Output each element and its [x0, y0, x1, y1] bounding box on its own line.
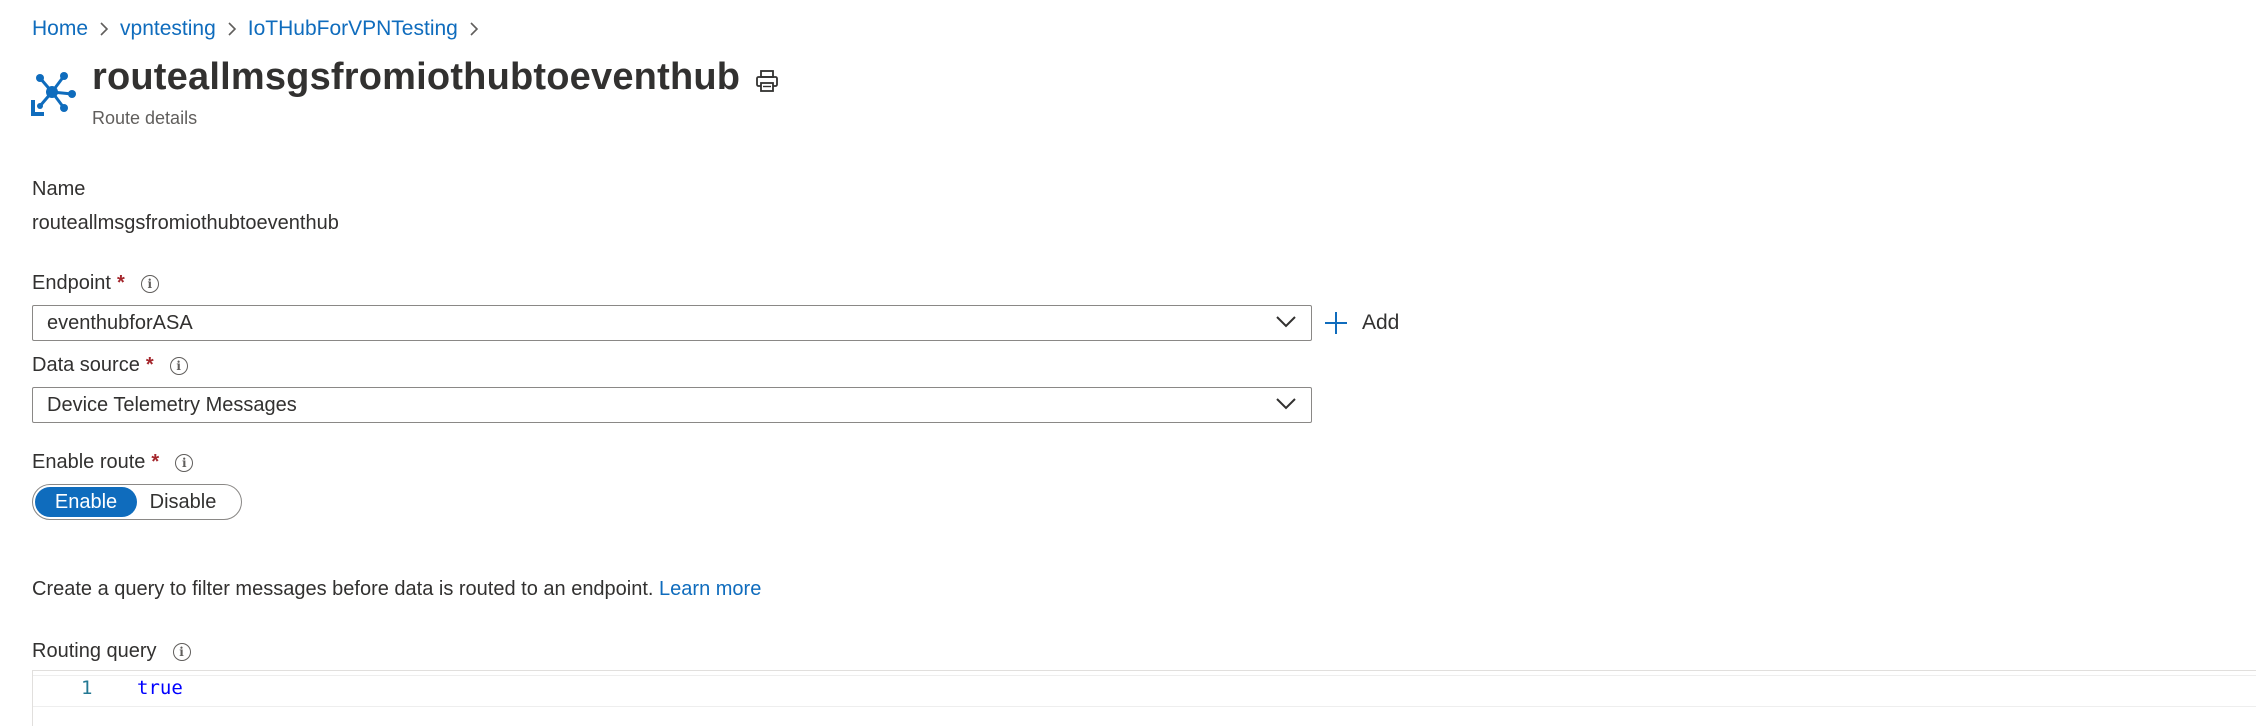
- disable-option[interactable]: Disable: [137, 487, 239, 517]
- endpoint-dropdown[interactable]: eventhubforASA: [32, 305, 1312, 341]
- required-marker: *: [116, 272, 125, 294]
- name-label: Name: [32, 178, 85, 201]
- required-marker: *: [151, 451, 160, 473]
- endpoint-label: Endpoint * i: [32, 272, 159, 295]
- breadcrumb-iothub[interactable]: IoTHubForVPNTesting: [248, 17, 458, 41]
- info-icon[interactable]: i: [175, 453, 194, 472]
- breadcrumb-vpntesting[interactable]: vpntesting: [120, 17, 216, 41]
- data-source-label-text: Data source: [32, 354, 140, 376]
- add-label: Add: [1362, 311, 1400, 334]
- iot-routing-icon: [30, 70, 78, 118]
- learn-more-link[interactable]: Learn more: [659, 578, 761, 600]
- routing-query-editor[interactable]: 1 true: [32, 670, 2256, 726]
- endpoint-selected: eventhubforASA: [47, 311, 193, 334]
- plus-icon: [1324, 311, 1348, 335]
- page-subtitle: Route details: [92, 108, 198, 128]
- info-icon[interactable]: i: [172, 642, 191, 661]
- data-source-selected: Device Telemetry Messages: [47, 393, 297, 416]
- enable-route-label: Enable route * i: [32, 451, 194, 474]
- print-button[interactable]: [752, 68, 782, 98]
- page-title: routeallmsgsfromiothubtoeventhub: [92, 56, 741, 98]
- required-marker: *: [145, 354, 154, 376]
- breadcrumb: Home vpntesting IoTHubForVPNTesting: [32, 14, 490, 44]
- enable-option[interactable]: Enable: [35, 487, 137, 517]
- add-endpoint-button[interactable]: Add: [1324, 308, 1399, 338]
- query-code[interactable]: true: [137, 677, 183, 699]
- data-source-dropdown[interactable]: Device Telemetry Messages: [32, 387, 1312, 423]
- line-number: 1: [81, 677, 93, 699]
- info-icon[interactable]: i: [169, 356, 188, 375]
- editor-current-line: [33, 675, 2256, 707]
- enable-route-label-text: Enable route: [32, 451, 146, 473]
- info-icon[interactable]: i: [140, 274, 159, 293]
- print-icon: [754, 68, 780, 99]
- chevron-right-icon: [88, 21, 120, 37]
- enable-route-toggle: Enable Disable: [32, 484, 242, 520]
- query-description-text: Create a query to filter messages before…: [32, 578, 654, 600]
- chevron-right-icon: [458, 21, 490, 37]
- endpoint-label-text: Endpoint: [32, 272, 111, 294]
- breadcrumb-home[interactable]: Home: [32, 17, 88, 41]
- query-description: Create a query to filter messages before…: [32, 578, 761, 601]
- data-source-label: Data source * i: [32, 354, 188, 377]
- routing-query-label: Routing query i: [32, 640, 191, 663]
- chevron-right-icon: [216, 21, 248, 37]
- name-value: routeallmsgsfromiothubtoeventhub: [32, 212, 339, 234]
- chevron-down-icon: [1275, 312, 1297, 335]
- name-label-text: Name: [32, 178, 86, 200]
- chevron-down-icon: [1275, 394, 1297, 417]
- routing-query-label-text: Routing query: [32, 640, 157, 662]
